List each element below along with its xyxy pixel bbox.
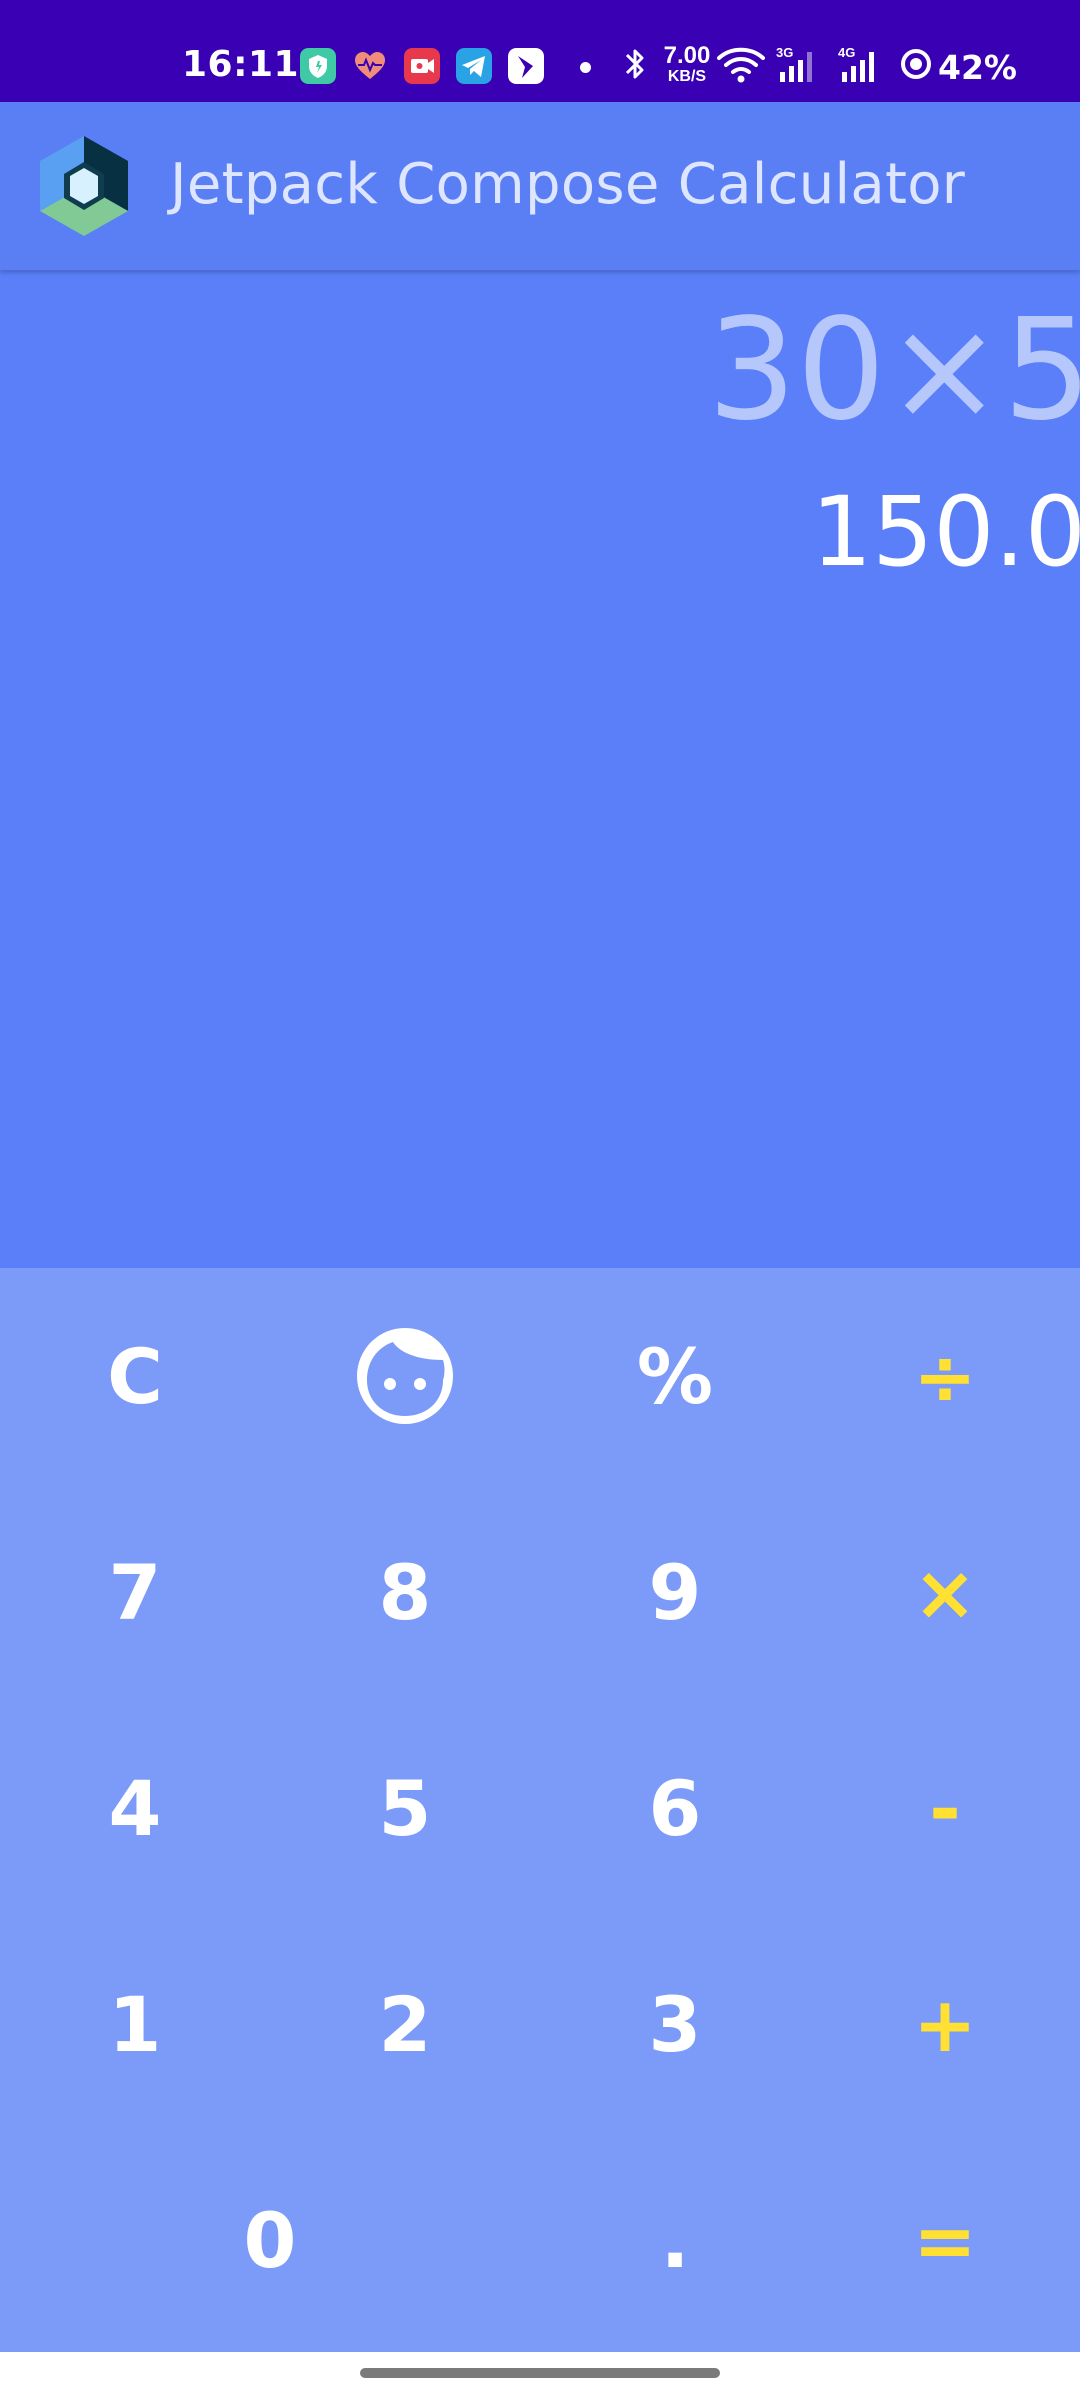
plus-button[interactable]: + bbox=[810, 1916, 1080, 2132]
digit-2-button[interactable]: 2 bbox=[270, 1916, 540, 2132]
clear-button[interactable]: C bbox=[0, 1268, 270, 1484]
face-button[interactable] bbox=[270, 1268, 540, 1484]
digit-1-button[interactable]: 1 bbox=[0, 1916, 270, 2132]
shield-app-icon bbox=[300, 48, 336, 84]
app-bar: Jetpack Compose Calculator bbox=[0, 102, 1080, 270]
digit-4-button[interactable]: 4 bbox=[0, 1700, 270, 1916]
app-title: Jetpack Compose Calculator bbox=[170, 152, 966, 217]
telegram-icon bbox=[456, 48, 492, 84]
jetpack-compose-logo-icon bbox=[40, 136, 128, 236]
minus-button[interactable]: - bbox=[810, 1700, 1080, 1916]
result-text: 150.0 bbox=[811, 476, 1080, 588]
decimal-button[interactable]: . bbox=[540, 2132, 810, 2348]
digit-6-button[interactable]: 6 bbox=[540, 1700, 810, 1916]
digit-0-button[interactable]: 0 bbox=[0, 2132, 540, 2348]
battery-ring-icon bbox=[901, 49, 931, 79]
digit-8-button[interactable]: 8 bbox=[270, 1484, 540, 1700]
equals-button[interactable]: = bbox=[810, 2132, 1080, 2348]
svg-text:3G: 3G bbox=[776, 45, 793, 60]
signal-4g-icon: 4G bbox=[838, 45, 874, 82]
keypad: C % ÷ 7 8 9 × 4 5 6 - 1 2 3 + 0 . = bbox=[0, 1268, 1080, 2352]
status-bar: 16:11 7.00 KB/S 3G 4G 42% bbox=[0, 0, 1080, 102]
network-speed-unit: KB/S bbox=[667, 68, 707, 85]
network-speed: 7.00 KB/S bbox=[662, 44, 712, 85]
digit-9-button[interactable]: 9 bbox=[540, 1484, 810, 1700]
svg-text:4G: 4G bbox=[838, 45, 855, 60]
multiply-button[interactable]: × bbox=[810, 1484, 1080, 1700]
face-icon bbox=[357, 1328, 453, 1424]
battery-percent: 42% bbox=[938, 48, 1017, 87]
notification-dot bbox=[580, 62, 591, 73]
expression-text: 30×5 bbox=[707, 289, 1080, 452]
gesture-handle[interactable] bbox=[360, 2368, 720, 2378]
screen-recorder-icon bbox=[404, 48, 440, 84]
calculator-display: 30×5 150.0 bbox=[0, 270, 1080, 1270]
wifi-icon bbox=[717, 47, 765, 83]
network-speed-value: 7.00 bbox=[663, 42, 711, 69]
divide-button[interactable]: ÷ bbox=[810, 1268, 1080, 1484]
signal-3g-icon: 3G bbox=[776, 45, 812, 82]
health-heart-icon bbox=[355, 52, 385, 79]
digit-3-button[interactable]: 3 bbox=[540, 1916, 810, 2132]
digit-5-button[interactable]: 5 bbox=[270, 1700, 540, 1916]
digit-7-button[interactable]: 7 bbox=[0, 1484, 270, 1700]
bluetooth-icon bbox=[625, 49, 644, 79]
bird-app-icon bbox=[508, 48, 544, 84]
navigation-bar bbox=[0, 2352, 1080, 2400]
status-time: 16:11 bbox=[182, 44, 300, 85]
percent-button[interactable]: % bbox=[540, 1268, 810, 1484]
